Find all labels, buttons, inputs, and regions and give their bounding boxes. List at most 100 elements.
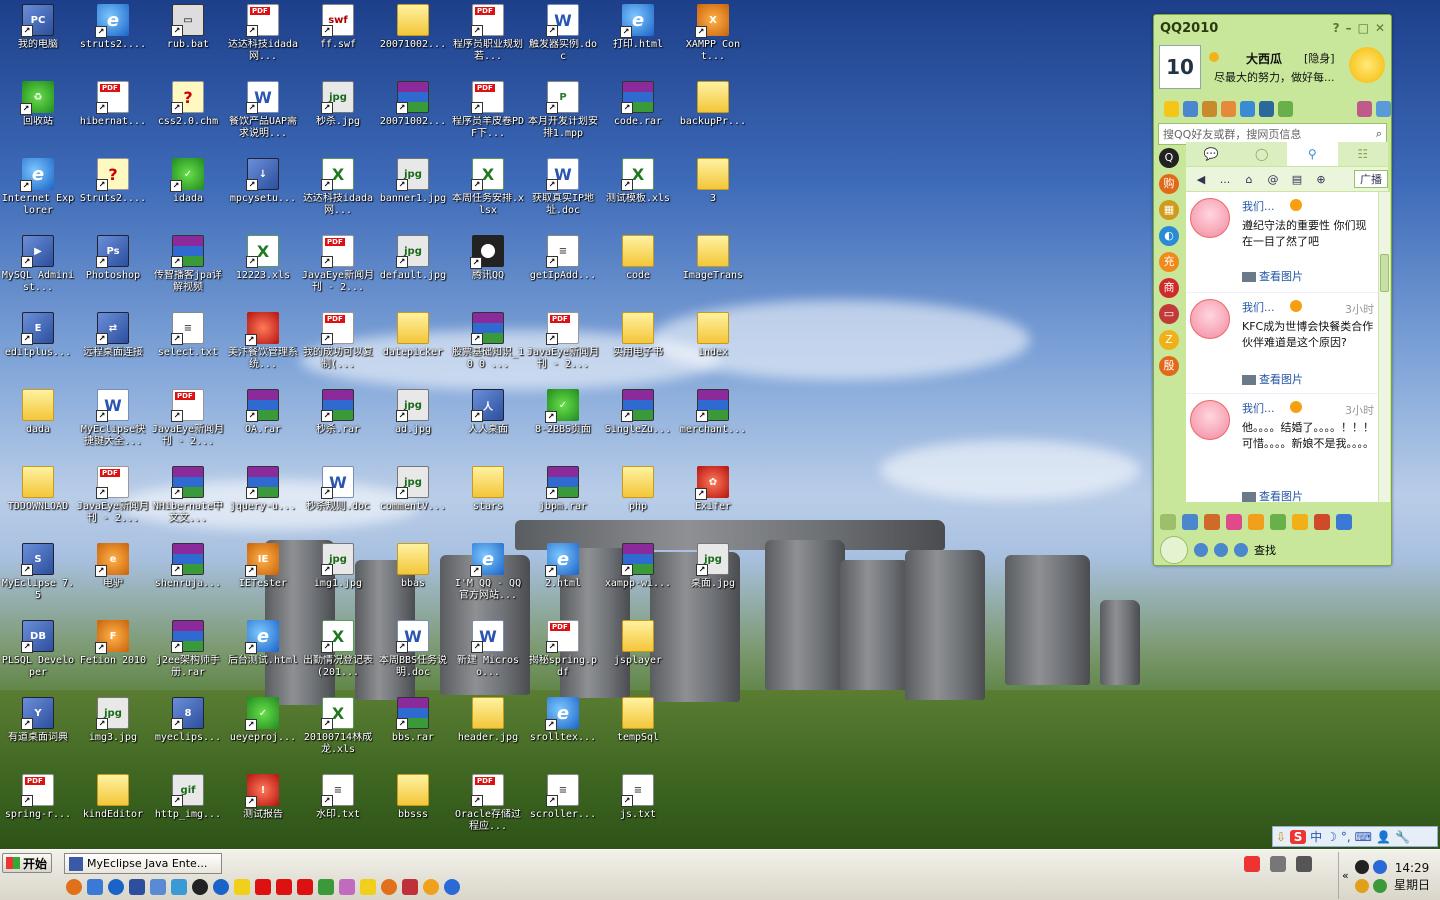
desktop-icon[interactable]: 8 myeclips... [150,695,226,769]
desktop-icon[interactable]: XXAMPP Cont... [675,2,751,76]
renren-tray-icon[interactable] [1373,860,1387,874]
pen-tray-icon[interactable] [1270,856,1286,872]
taskbar-window-button[interactable]: MyEclipse Java Ente... [64,853,222,874]
messages-icon[interactable] [1234,543,1248,557]
side-zone-icon[interactable]: Z [1159,330,1179,350]
desktop-icon[interactable]: jpg banner1.jpg [375,156,451,230]
home-icon[interactable]: ⌂ [1238,173,1260,186]
mention-icon[interactable]: @ [1262,173,1284,186]
desktop-icon[interactable]: 程序员羊皮卷PDF下... [450,79,526,153]
desktop-icon[interactable]: jsplayer [600,618,676,692]
ime-mode-button[interactable]: 中 [1310,828,1322,845]
desktop-icon[interactable]: X 测试模板.xls [600,156,676,230]
maximize-icon[interactable]: □ [1358,21,1369,35]
desktop-icon[interactable]: spring-r... [0,772,76,846]
desktop-icon[interactable]: ▭ rub.bat [150,2,226,76]
desktop-icon[interactable]: WMyEclipse快捷键大全... [75,387,151,461]
space-icon[interactable] [1240,101,1255,117]
desktop-icon[interactable]: 程序员职业规划若... [450,2,526,76]
desktop-icon[interactable]: NHibernate中文文... [150,464,226,538]
desktop-icon[interactable]: hibernat... [75,79,151,153]
desktop-icon[interactable]: W本周BBS任务说明.doc [375,618,451,692]
desktop-icon[interactable]: e后台测试.html [225,618,301,692]
desktop-icon[interactable]: jpg ad.jpg [375,387,451,461]
fetion-tray-icon[interactable] [1373,879,1387,893]
desktop-icon[interactable]: e电驴 [75,541,151,615]
network-icon[interactable] [150,879,166,895]
desktop-icon[interactable]: ✓idada [150,156,226,230]
desktop-icon[interactable]: Eeditplus... [0,310,76,384]
desktop-icon[interactable]: swf ff.swf [300,2,376,76]
pdf3-launch-icon[interactable] [297,879,313,895]
desktop-icon[interactable]: shenruja... [150,541,226,615]
desktop-icon[interactable]: e2.html [525,541,601,615]
myeclipse-launch-icon[interactable] [129,879,145,895]
desktop-icon[interactable]: 我的成功可以复制(... [300,310,376,384]
pdf-launch-icon[interactable] [255,879,271,895]
desktop-icon[interactable]: 传智播客jpa详解视频 [150,233,226,307]
desktop-icon[interactable]: bbs.rar [375,695,451,769]
desktop-icon[interactable]: bbsss [375,772,451,846]
sogou-tray-icon[interactable] [1244,856,1260,872]
desktop-icon[interactable]: gif http_img... [150,772,226,846]
renren-launch-icon[interactable] [444,879,460,895]
desktop-icon[interactable]: php [600,464,676,538]
desktop-icon[interactable]: W餐饮产品UAP需求说明... [225,79,301,153]
clock[interactable]: 14:29 星期日 [1394,860,1430,894]
desktop-icon[interactable]: SMyEclipse 7.5 [0,541,76,615]
mail-icon[interactable] [1183,101,1198,117]
desktop-icon[interactable]: tempSql [600,695,676,769]
monitor-tray-icon[interactable] [1296,856,1312,872]
user-icon[interactable]: 👤 [1376,830,1391,844]
find-button[interactable]: 查找 [1254,542,1276,558]
music-icon[interactable] [1278,101,1293,117]
desktop-icon[interactable]: ✓ueyeproj... [225,695,301,769]
side-shop-icon[interactable]: 购 [1159,174,1179,194]
desktop-icon[interactable]: bbas [375,541,451,615]
desktop-icon[interactable]: 实用电子书 [600,310,676,384]
desktop-icon[interactable]: JavaEye新闻月刊 - 2... [300,233,376,307]
post-author[interactable]: 我们... [1242,400,1275,416]
list-icon[interactable]: ▤ [1286,173,1308,186]
desktop-icon[interactable]: stars [450,464,526,538]
desktop-icon[interactable]: jpg img1.jpg [300,541,376,615]
post-avatar[interactable] [1190,299,1230,339]
chm-launch-icon[interactable] [360,879,376,895]
desktop-icon[interactable]: eInternet Explorer [0,156,76,230]
desktop-icon[interactable]: 腾讯QQ [450,233,526,307]
scroll-thumb[interactable] [1380,254,1389,292]
desktop-icon[interactable]: JavaEye新闻月刊 - 2... [525,310,601,384]
help-launch-icon[interactable] [234,879,250,895]
tools-launch-icon[interactable] [339,879,355,895]
desktop-icon[interactable]: !测试报告 [225,772,301,846]
desktop-icon[interactable]: Ps Photoshop [75,233,151,307]
pdf2-launch-icon[interactable] [276,879,292,895]
desktop-icon[interactable]: X本周任务安排.xlsx [450,156,526,230]
browser-icon[interactable] [171,879,187,895]
ime-arrow-icon[interactable]: ⇩ [1276,830,1286,844]
desktop-icon[interactable]: jpg 桌面.jpg [675,541,751,615]
ie-icon[interactable] [108,879,124,895]
friends-icon[interactable] [1204,514,1220,530]
side-charge-icon[interactable]: 充 [1159,252,1179,272]
view-image-link[interactable]: 查看图片 [1242,488,1303,502]
desktop-icon[interactable]: Oracle存储过程应... [450,772,526,846]
desktop-icon[interactable]: 3 [675,156,751,230]
desktop-icon[interactable]: jpg img3.jpg [75,695,151,769]
desktop-icon[interactable]: JavaEye新闻月刊 - 2... [75,464,151,538]
desktop-icon[interactable]: e打印.html [600,2,676,76]
desktop-icon[interactable]: ✿Exifer [675,464,751,538]
phone-icon[interactable] [1182,514,1198,530]
desktop-icon[interactable]: X出勤情况登记表(201... [300,618,376,692]
desktop-icon[interactable]: code.rar [600,79,676,153]
view-image-link[interactable]: 查看图片 [1242,268,1303,284]
view-image-link[interactable]: 查看图片 [1242,371,1303,387]
desktop-icon[interactable]: eI'M QQ - QQ官方网站... [450,541,526,615]
game-app-icon[interactable] [1270,514,1286,530]
desktop-icon[interactable]: ≡ js.txt [600,772,676,846]
help-icon[interactable]: ? [1333,21,1340,35]
wrench-icon[interactable]: 🔧 [1395,830,1410,844]
pinwheel-icon[interactable] [1226,514,1242,530]
feed-post[interactable]: 我们... 3小时 他。。。。结婚了。。。。！！！可惜。。。。新娘不是我。。。。… [1186,394,1378,502]
close-icon[interactable]: ✕ [1375,21,1385,35]
